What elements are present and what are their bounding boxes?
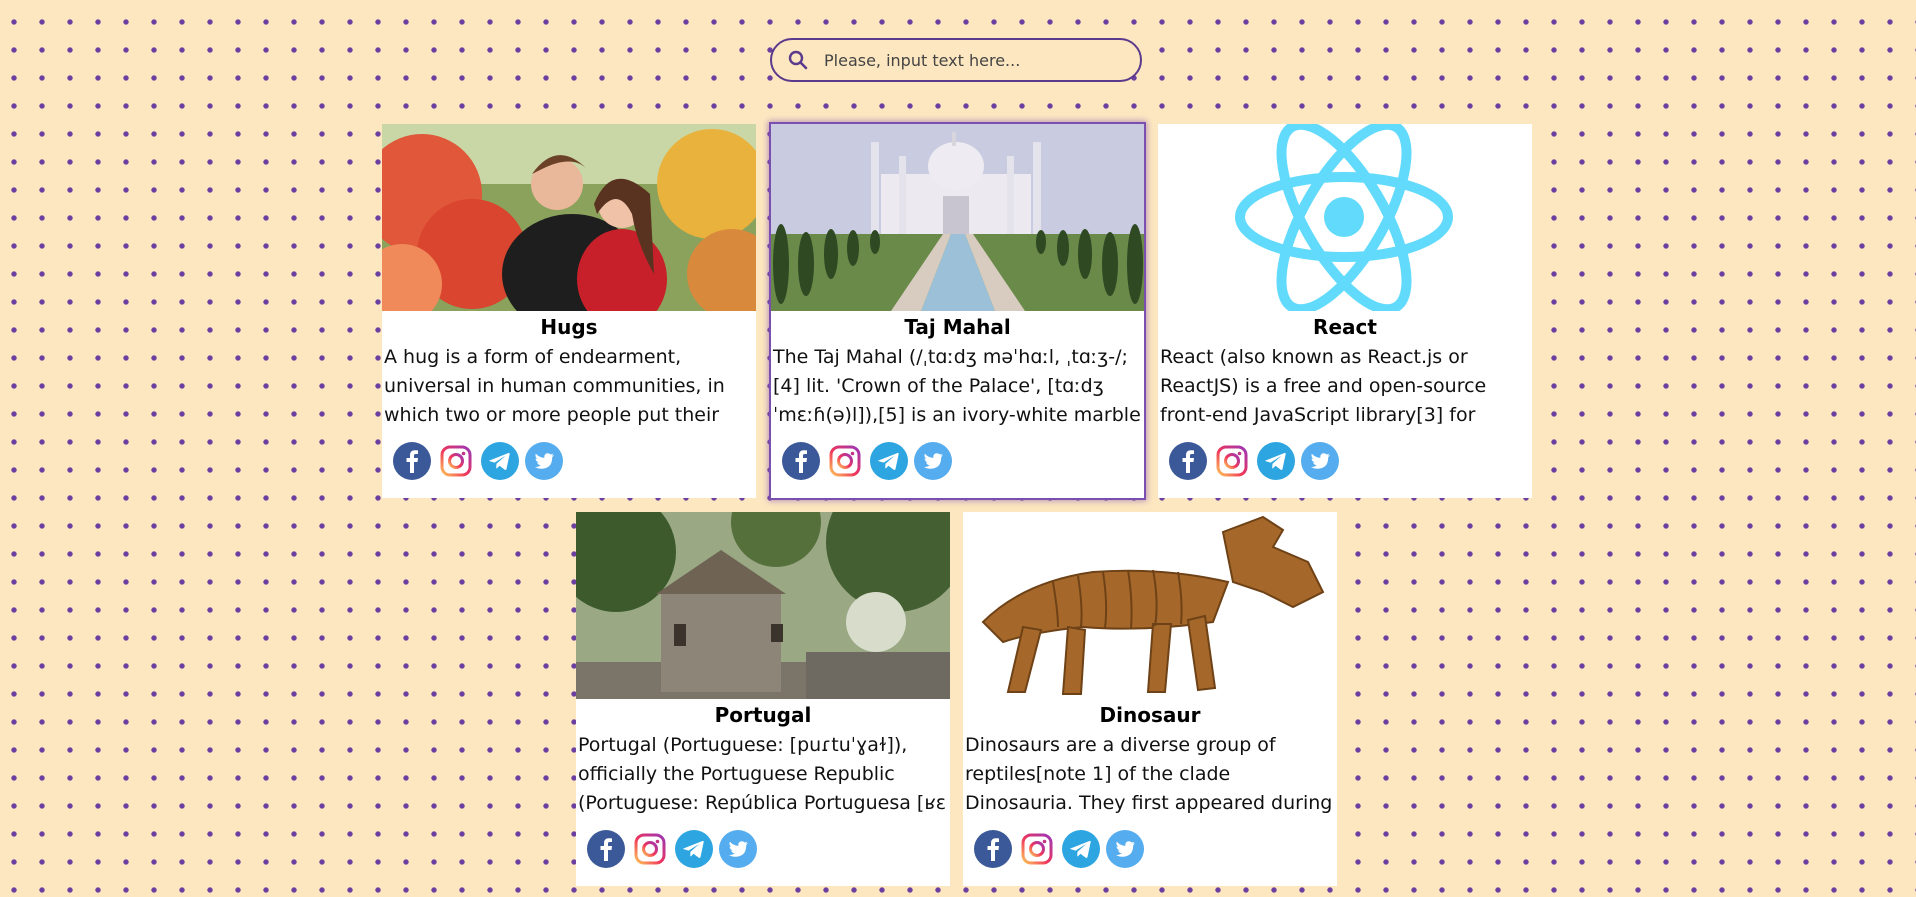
instagram-icon[interactable] [437, 442, 475, 480]
twitter-icon[interactable] [719, 830, 757, 868]
instagram-icon[interactable] [1018, 830, 1056, 868]
react-logo-image [1158, 124, 1532, 311]
card-description: React (also known as React.js or ReactJS… [1160, 346, 1487, 426]
portugal-image [576, 512, 950, 699]
social-links [576, 830, 950, 868]
card-taj-mahal[interactable]: Taj Mahal The Taj Mahal (/ˌtɑːdʒ məˈhɑːl… [769, 122, 1146, 500]
card-title: Taj Mahal [904, 315, 1011, 339]
twitter-icon[interactable] [914, 442, 952, 480]
social-links [382, 442, 756, 480]
facebook-icon[interactable] [782, 442, 820, 480]
facebook-icon[interactable] [393, 442, 431, 480]
telegram-icon[interactable] [870, 442, 908, 480]
card-title: Portugal [714, 703, 812, 727]
card-description: The Taj Mahal (/ˌtɑːdʒ məˈhɑːl, ˌtɑːʒ-/;… [773, 346, 1141, 426]
instagram-icon[interactable] [1213, 442, 1251, 480]
card-react[interactable]: React React (also known as React.js or R… [1158, 124, 1532, 498]
hugs-image [382, 124, 756, 311]
card-dinosaur[interactable]: Dinosaur Dinosaurs are a diverse group o… [963, 512, 1337, 886]
facebook-icon[interactable] [974, 830, 1012, 868]
telegram-icon[interactable] [1257, 442, 1295, 480]
search-icon [772, 40, 824, 80]
social-links [1158, 442, 1532, 480]
instagram-icon[interactable] [631, 830, 669, 868]
card-title: Dinosaur [1099, 703, 1201, 727]
card-description: Portugal (Portuguese: [puɾtuˈɣaɫ]), offi… [578, 734, 947, 814]
instagram-icon[interactable] [826, 442, 864, 480]
card-hugs[interactable]: Hugs A hug is a form of endearment, univ… [382, 124, 756, 498]
facebook-icon[interactable] [587, 830, 625, 868]
card-portugal[interactable]: Portugal Portugal (Portuguese: [puɾtuˈɣa… [576, 512, 950, 886]
card-description: Dinosaurs are a diverse group of reptile… [965, 734, 1333, 814]
twitter-icon[interactable] [1301, 442, 1339, 480]
search-bar[interactable] [770, 38, 1142, 82]
twitter-icon[interactable] [525, 442, 563, 480]
facebook-icon[interactable] [1169, 442, 1207, 480]
social-links [963, 830, 1337, 868]
card-title: Hugs [540, 315, 598, 339]
card-description: A hug is a form of endearment, universal… [384, 346, 725, 426]
telegram-icon[interactable] [675, 830, 713, 868]
twitter-icon[interactable] [1106, 830, 1144, 868]
social-links [771, 442, 1144, 480]
card-title: React [1313, 315, 1377, 339]
dinosaur-image [963, 512, 1337, 699]
taj-mahal-image [771, 124, 1144, 311]
search-input[interactable] [824, 50, 1124, 70]
telegram-icon[interactable] [481, 442, 519, 480]
telegram-icon[interactable] [1062, 830, 1100, 868]
